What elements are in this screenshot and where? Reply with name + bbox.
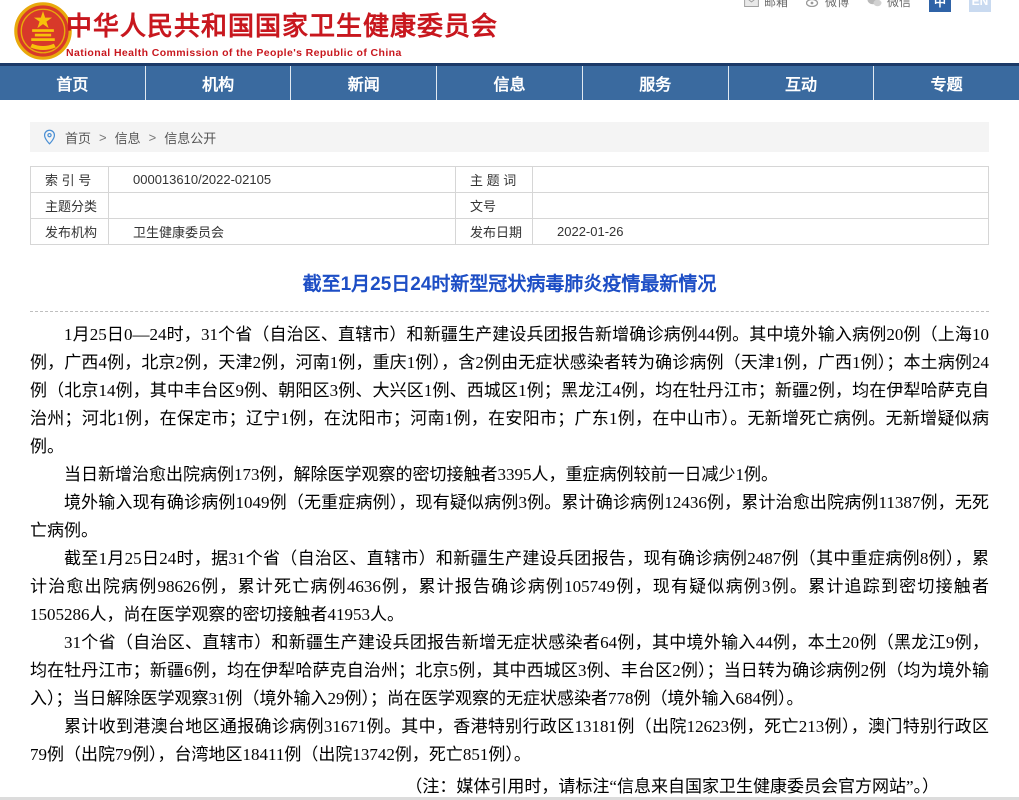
site-title-block: 中华人民共和国国家卫生健康委员会 National Health Commiss… [66, 6, 498, 59]
article-body: 1月25日0—24时，31个省（自治区、直辖市）和新疆生产建设兵团报告新增确诊病… [30, 321, 989, 769]
weibo-icon [806, 0, 820, 7]
meta-label-subject-word: 主 题 词 [456, 167, 533, 193]
site-subtitle: National Health Commission of the People… [66, 47, 498, 59]
meta-value-publish-date: 2022-01-26 [533, 219, 989, 245]
content-area: 首页 > 信息 > 信息公开 索 引 号 000013610/2022-0210… [0, 122, 1019, 800]
article-paragraph: 截至1月25日24时，据31个省（自治区、直辖市）和新疆生产建设兵团报告，现有确… [30, 545, 989, 629]
national-emblem-logo [14, 2, 72, 60]
wechat-link-label: 微信 [887, 0, 911, 10]
dashed-divider [30, 311, 989, 312]
site-title: 中华人民共和国国家卫生健康委员会 [66, 6, 498, 43]
meta-value-category [109, 193, 456, 219]
mail-link[interactable]: 邮箱 [744, 0, 788, 10]
weibo-link[interactable]: 微博 [806, 0, 849, 10]
page: 中华人民共和国国家卫生健康委员会 National Health Commiss… [0, 0, 1019, 800]
citation-note: （注：媒体引用时，请标注“信息来自国家卫生健康委员会官方网站”。） [30, 773, 989, 800]
meta-table: 索 引 号 000013610/2022-02105 主 题 词 主题分类 文号… [30, 166, 989, 245]
meta-value-doc-number [533, 193, 989, 219]
meta-row-index: 索 引 号 000013610/2022-02105 主 题 词 [31, 167, 989, 193]
nav-item-topics[interactable]: 专题 [874, 66, 1019, 100]
lang-zh-button[interactable]: 中 [929, 0, 951, 12]
breadcrumb-info-disclosure[interactable]: 信息公开 [164, 128, 216, 147]
nav-item-home[interactable]: 首页 [0, 66, 146, 100]
meta-label-publisher: 发布机构 [31, 219, 109, 245]
quick-links: 邮箱 微博 微信 中 EN [744, 0, 991, 12]
article-paragraph: 31个省（自治区、直辖市）和新疆生产建设兵团报告新增无症状感染者64例，其中境外… [30, 629, 989, 713]
meta-label-publish-date: 发布日期 [456, 219, 533, 245]
nav-item-service[interactable]: 服务 [583, 66, 729, 100]
main-nav: 首页 机构 新闻 信息 服务 互动 专题 [0, 63, 1019, 100]
nav-item-agency[interactable]: 机构 [146, 66, 292, 100]
lang-en-button[interactable]: EN [969, 0, 991, 12]
meta-value-index-number: 000013610/2022-02105 [109, 167, 456, 193]
mail-link-label: 邮箱 [764, 0, 788, 10]
nav-item-info[interactable]: 信息 [437, 66, 583, 100]
article-paragraph: 1月25日0—24时，31个省（自治区、直辖市）和新疆生产建设兵团报告新增确诊病… [30, 321, 989, 461]
wechat-icon [867, 0, 882, 7]
meta-row-publisher: 发布机构 卫生健康委员会 发布日期 2022-01-26 [31, 219, 989, 245]
meta-label-doc-number: 文号 [456, 193, 533, 219]
breadcrumb-separator: > [149, 130, 157, 145]
article-paragraph: 当日新增治愈出院病例173例，解除医学观察的密切接触者3395人，重症病例较前一… [30, 461, 989, 489]
breadcrumb-separator: > [99, 130, 107, 145]
article-paragraph: 累计收到港澳台地区通报确诊病例31671例。其中，香港特别行政区13181例（出… [30, 713, 989, 769]
meta-label-category: 主题分类 [31, 193, 109, 219]
weibo-link-label: 微博 [825, 0, 849, 10]
meta-row-category: 主题分类 文号 [31, 193, 989, 219]
meta-value-publisher: 卫生健康委员会 [109, 219, 456, 245]
location-pin-icon [42, 129, 57, 145]
nav-item-news[interactable]: 新闻 [291, 66, 437, 100]
mail-icon [744, 0, 759, 7]
meta-label-index-number: 索 引 号 [31, 167, 109, 193]
breadcrumb: 首页 > 信息 > 信息公开 [30, 122, 989, 152]
article-title: 截至1月25日24时新型冠状病毒肺炎疫情最新情况 [30, 269, 989, 296]
meta-value-subject-word [533, 167, 989, 193]
breadcrumb-home[interactable]: 首页 [65, 128, 91, 147]
wechat-link[interactable]: 微信 [867, 0, 911, 10]
article-paragraph: 境外输入现有确诊病例1049例（无重症病例），现有疑似病例3例。累计确诊病例12… [30, 489, 989, 545]
site-header: 中华人民共和国国家卫生健康委员会 National Health Commiss… [0, 0, 1019, 63]
breadcrumb-info[interactable]: 信息 [115, 128, 141, 147]
nav-item-interact[interactable]: 互动 [729, 66, 875, 100]
